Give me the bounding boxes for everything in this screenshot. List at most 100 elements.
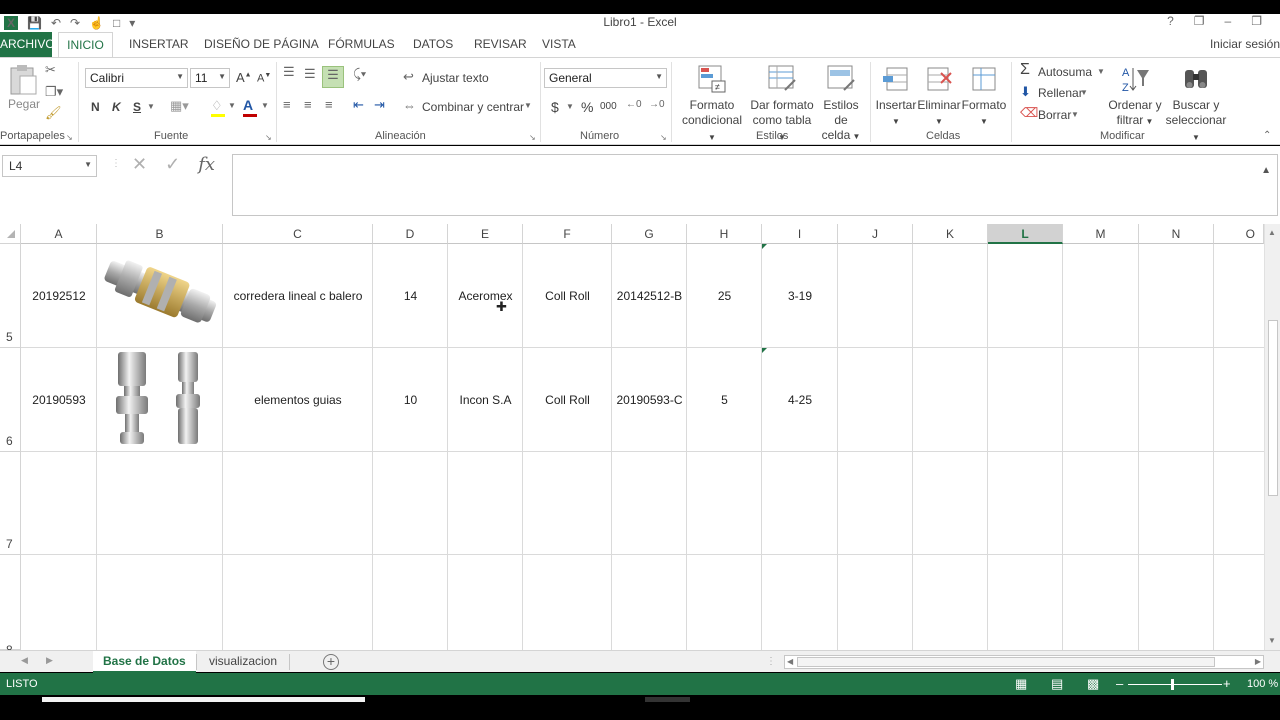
cell-styles-button[interactable]: Estilos de celda ▼ bbox=[816, 64, 866, 144]
column-header-c[interactable]: C bbox=[223, 224, 373, 244]
row-header-6[interactable]: 6 bbox=[0, 348, 21, 452]
maximize-button[interactable]: ❐ bbox=[1251, 14, 1262, 28]
increase-indent-icon[interactable]: ⇥ bbox=[374, 97, 385, 113]
find-select-button[interactable]: Buscar y seleccionar ▼ bbox=[1162, 64, 1230, 145]
number-format-select[interactable]: General ▼ bbox=[544, 68, 667, 88]
sort-filter-button[interactable]: AZ Ordenar y filtrar ▼ bbox=[1108, 64, 1162, 129]
wrap-text-icon[interactable]: ↩ bbox=[403, 69, 414, 85]
orientation-icon[interactable]: ⤹▾ bbox=[353, 66, 366, 82]
cell-i5[interactable]: 3-19 bbox=[762, 289, 838, 303]
zoom-slider-thumb[interactable] bbox=[1171, 679, 1174, 690]
cell-f5[interactable]: Coll Roll bbox=[523, 289, 612, 303]
vertical-scroll-thumb[interactable] bbox=[1268, 320, 1278, 496]
prev-sheet-icon[interactable]: ◀ bbox=[21, 655, 28, 666]
bold-button[interactable]: N bbox=[91, 100, 100, 114]
cut-icon[interactable]: ✂ bbox=[45, 62, 56, 78]
align-left-icon[interactable]: ≡ bbox=[283, 97, 291, 112]
currency-button[interactable]: $ bbox=[551, 99, 559, 115]
column-header-a[interactable]: A bbox=[21, 224, 97, 244]
copy-icon[interactable]: ❐▾ bbox=[45, 84, 63, 100]
cell-c5[interactable]: corredera lineal c balero bbox=[223, 289, 373, 303]
cell-f6[interactable]: Coll Roll bbox=[523, 393, 612, 407]
fill-button[interactable]: Rellenar bbox=[1038, 86, 1083, 100]
column-header-o[interactable]: O bbox=[1214, 224, 1264, 244]
row-header-8[interactable]: 8 bbox=[0, 555, 21, 650]
align-middle-icon[interactable]: ☰ bbox=[304, 66, 316, 82]
clear-button[interactable]: Borrar bbox=[1038, 108, 1071, 122]
decrease-indent-icon[interactable]: ⇤ bbox=[353, 97, 364, 113]
add-sheet-icon[interactable]: + bbox=[323, 654, 339, 670]
horizontal-scroll-thumb[interactable] bbox=[797, 657, 1215, 667]
horizontal-scrollbar[interactable]: ◀ ▶ bbox=[784, 655, 1264, 669]
eraser-icon[interactable]: ⌫ bbox=[1020, 105, 1038, 121]
autosum-button[interactable]: Autosuma bbox=[1038, 65, 1092, 79]
cell-a5[interactable]: 20192512 bbox=[21, 289, 97, 303]
error-indicator-icon[interactable] bbox=[762, 244, 767, 249]
column-header-j[interactable]: J bbox=[838, 224, 913, 244]
column-header-g[interactable]: G bbox=[612, 224, 687, 244]
scroll-up-icon[interactable]: ▲ bbox=[1268, 228, 1276, 237]
paste-button[interactable]: Pegar bbox=[8, 97, 40, 111]
column-header-b[interactable]: B bbox=[97, 224, 223, 244]
cell-h6[interactable]: 5 bbox=[687, 393, 762, 407]
format-cells-button[interactable]: Formato ▼ bbox=[961, 64, 1007, 129]
tab-data[interactable]: DATOS bbox=[413, 37, 453, 51]
fill-color-dropdown-icon[interactable]: ▼ bbox=[228, 101, 236, 110]
name-box[interactable]: L4 ▼ bbox=[2, 155, 97, 177]
scroll-down-icon[interactable]: ▼ bbox=[1268, 636, 1276, 645]
cell-h5[interactable]: 25 bbox=[687, 289, 762, 303]
align-right-icon[interactable]: ≡ bbox=[325, 97, 333, 112]
tab-home[interactable]: INICIO bbox=[58, 32, 113, 58]
tab-view[interactable]: VISTA bbox=[542, 37, 576, 51]
clipboard-launcher-icon[interactable]: ↘ bbox=[66, 133, 73, 142]
cancel-icon[interactable]: ✕ bbox=[132, 154, 147, 175]
enter-icon[interactable]: ✓ bbox=[165, 154, 180, 175]
column-header-l[interactable]: L bbox=[988, 224, 1063, 244]
merge-center-button[interactable]: Combinar y centrar bbox=[422, 100, 524, 114]
cell-g5[interactable]: 20142512-B bbox=[612, 289, 687, 303]
page-break-view-icon[interactable]: ▩ bbox=[1087, 676, 1099, 692]
conditional-formatting-button[interactable]: ≠ Formato condicional ▼ bbox=[677, 64, 747, 145]
cell-d5[interactable]: 14 bbox=[373, 289, 448, 303]
align-top-icon[interactable]: ☰ bbox=[283, 64, 295, 80]
cell-i6[interactable]: 4-25 bbox=[762, 393, 838, 407]
clear-dropdown-icon[interactable]: ▼ bbox=[1071, 110, 1079, 119]
insert-cells-button[interactable]: Insertar ▼ bbox=[874, 64, 918, 129]
column-header-d[interactable]: D bbox=[373, 224, 448, 244]
cell-e6[interactable]: Incon S.A bbox=[448, 393, 523, 407]
underline-dropdown-icon[interactable]: ▼ bbox=[147, 102, 155, 111]
zoom-in-button[interactable]: + bbox=[1223, 676, 1231, 691]
fill-color-icon[interactable]: ♢ bbox=[211, 98, 223, 114]
ribbon-display-options-button[interactable]: ❐ bbox=[1194, 14, 1205, 28]
scroll-right-icon[interactable]: ▶ bbox=[1255, 657, 1261, 666]
sign-in-link[interactable]: Iniciar sesión bbox=[1210, 37, 1280, 51]
underline-button[interactable]: S bbox=[133, 100, 141, 114]
column-header-h[interactable]: H bbox=[687, 224, 762, 244]
collapse-formula-bar-icon[interactable]: ▲ bbox=[1261, 165, 1271, 176]
autosum-dropdown-icon[interactable]: ▼ bbox=[1097, 67, 1105, 76]
cell-d6[interactable]: 10 bbox=[373, 393, 448, 407]
percent-button[interactable]: % bbox=[581, 99, 593, 115]
formula-input[interactable]: ▲ bbox=[232, 154, 1278, 216]
thousands-separator-button[interactable]: 000 bbox=[600, 101, 617, 112]
grow-font-button[interactable]: A▲ bbox=[236, 70, 252, 85]
tab-file[interactable]: ARCHIVO bbox=[0, 32, 55, 57]
zoom-level[interactable]: 100 % bbox=[1247, 678, 1278, 690]
error-indicator-icon[interactable] bbox=[762, 348, 767, 353]
tab-page-layout[interactable]: DISEÑO DE PÁGINA bbox=[204, 37, 319, 51]
cell-g6[interactable]: 20190593-C bbox=[612, 393, 687, 407]
merge-dropdown-icon[interactable]: ▼ bbox=[524, 101, 532, 110]
format-painter-icon[interactable]: 🖌 bbox=[45, 105, 62, 121]
cell-e5[interactable]: Aceromex bbox=[448, 289, 523, 303]
number-launcher-icon[interactable]: ↘ bbox=[660, 133, 667, 142]
zoom-out-button[interactable]: – bbox=[1116, 676, 1123, 691]
column-header-k[interactable]: K bbox=[913, 224, 988, 244]
insert-function-icon[interactable]: fx bbox=[198, 154, 215, 175]
shrink-font-button[interactable]: A▼ bbox=[257, 72, 271, 85]
collapse-ribbon-icon[interactable]: ⌃ bbox=[1263, 130, 1271, 141]
worksheet-grid[interactable]: A B C D E F G H I J K L M N O 5 6 7 8 20… bbox=[0, 224, 1280, 650]
tab-split-handle[interactable]: ⋮ bbox=[766, 656, 776, 667]
font-color-icon[interactable]: A bbox=[243, 97, 253, 113]
increase-decimal-icon[interactable]: ←0 bbox=[626, 99, 642, 110]
minimize-button[interactable]: – bbox=[1225, 14, 1232, 28]
